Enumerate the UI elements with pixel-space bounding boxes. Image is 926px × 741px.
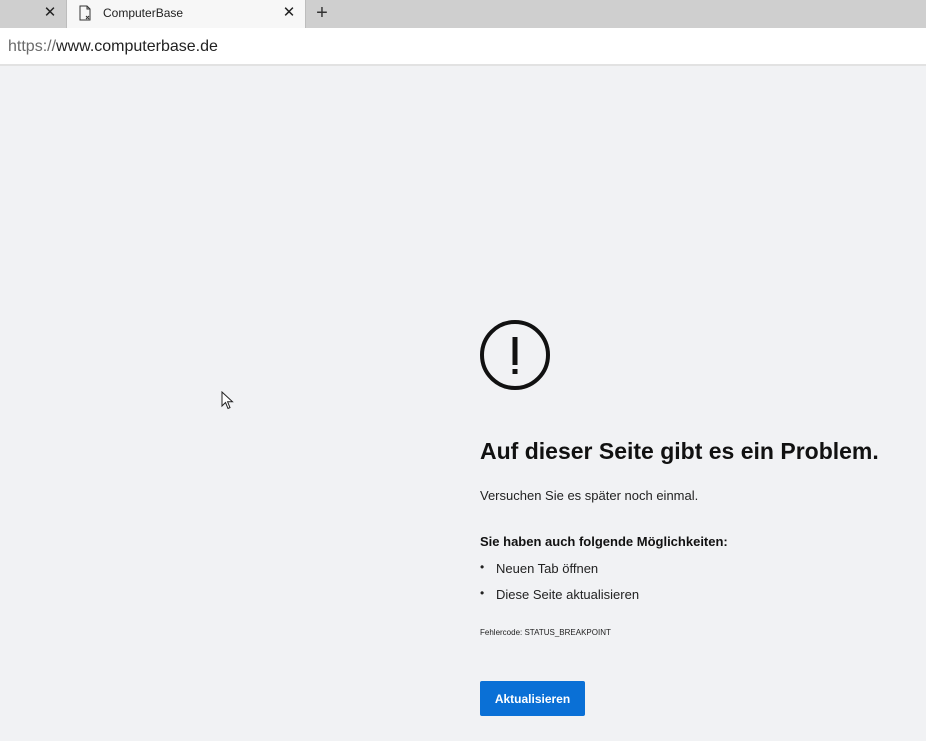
error-code: Fehlercode: STATUS_BREAKPOINT (480, 628, 611, 637)
error-subtext: Versuchen Sie es später noch einmal. (480, 488, 699, 503)
refresh-button[interactable]: Aktualisieren (480, 681, 585, 716)
url-host: www.computerbase.de (56, 38, 218, 55)
exclamation-circle-icon (480, 320, 550, 390)
bullet-icon: • (480, 586, 485, 600)
error-heading: Auf dieser Seite gibt es ein Problem. (480, 438, 879, 464)
plus-icon[interactable]: + (312, 3, 332, 23)
tab-computerbase[interactable]: ComputerBase ✕ (66, 0, 306, 28)
document-error-icon (79, 5, 91, 21)
tab-strip: ✕ ComputerBase ✕ + (0, 0, 926, 28)
tab-title: ComputerBase (103, 6, 184, 20)
bullet-icon: • (480, 560, 485, 574)
close-icon[interactable]: ✕ (42, 5, 58, 21)
url-text[interactable]: https://www.computerbase.de (8, 38, 218, 56)
close-icon[interactable]: ✕ (281, 5, 297, 21)
options-heading: Sie haben auch folgende Möglichkeiten: (480, 534, 728, 549)
tab-previous[interactable]: ✕ (0, 0, 66, 28)
option-new-tab: Neuen Tab öffnen (496, 561, 599, 576)
mouse-pointer-icon (221, 391, 234, 410)
url-scheme: https:// (8, 38, 57, 55)
option-refresh-page: Diese Seite aktualisieren (496, 587, 640, 602)
address-bar[interactable]: https://www.computerbase.de (0, 28, 926, 66)
